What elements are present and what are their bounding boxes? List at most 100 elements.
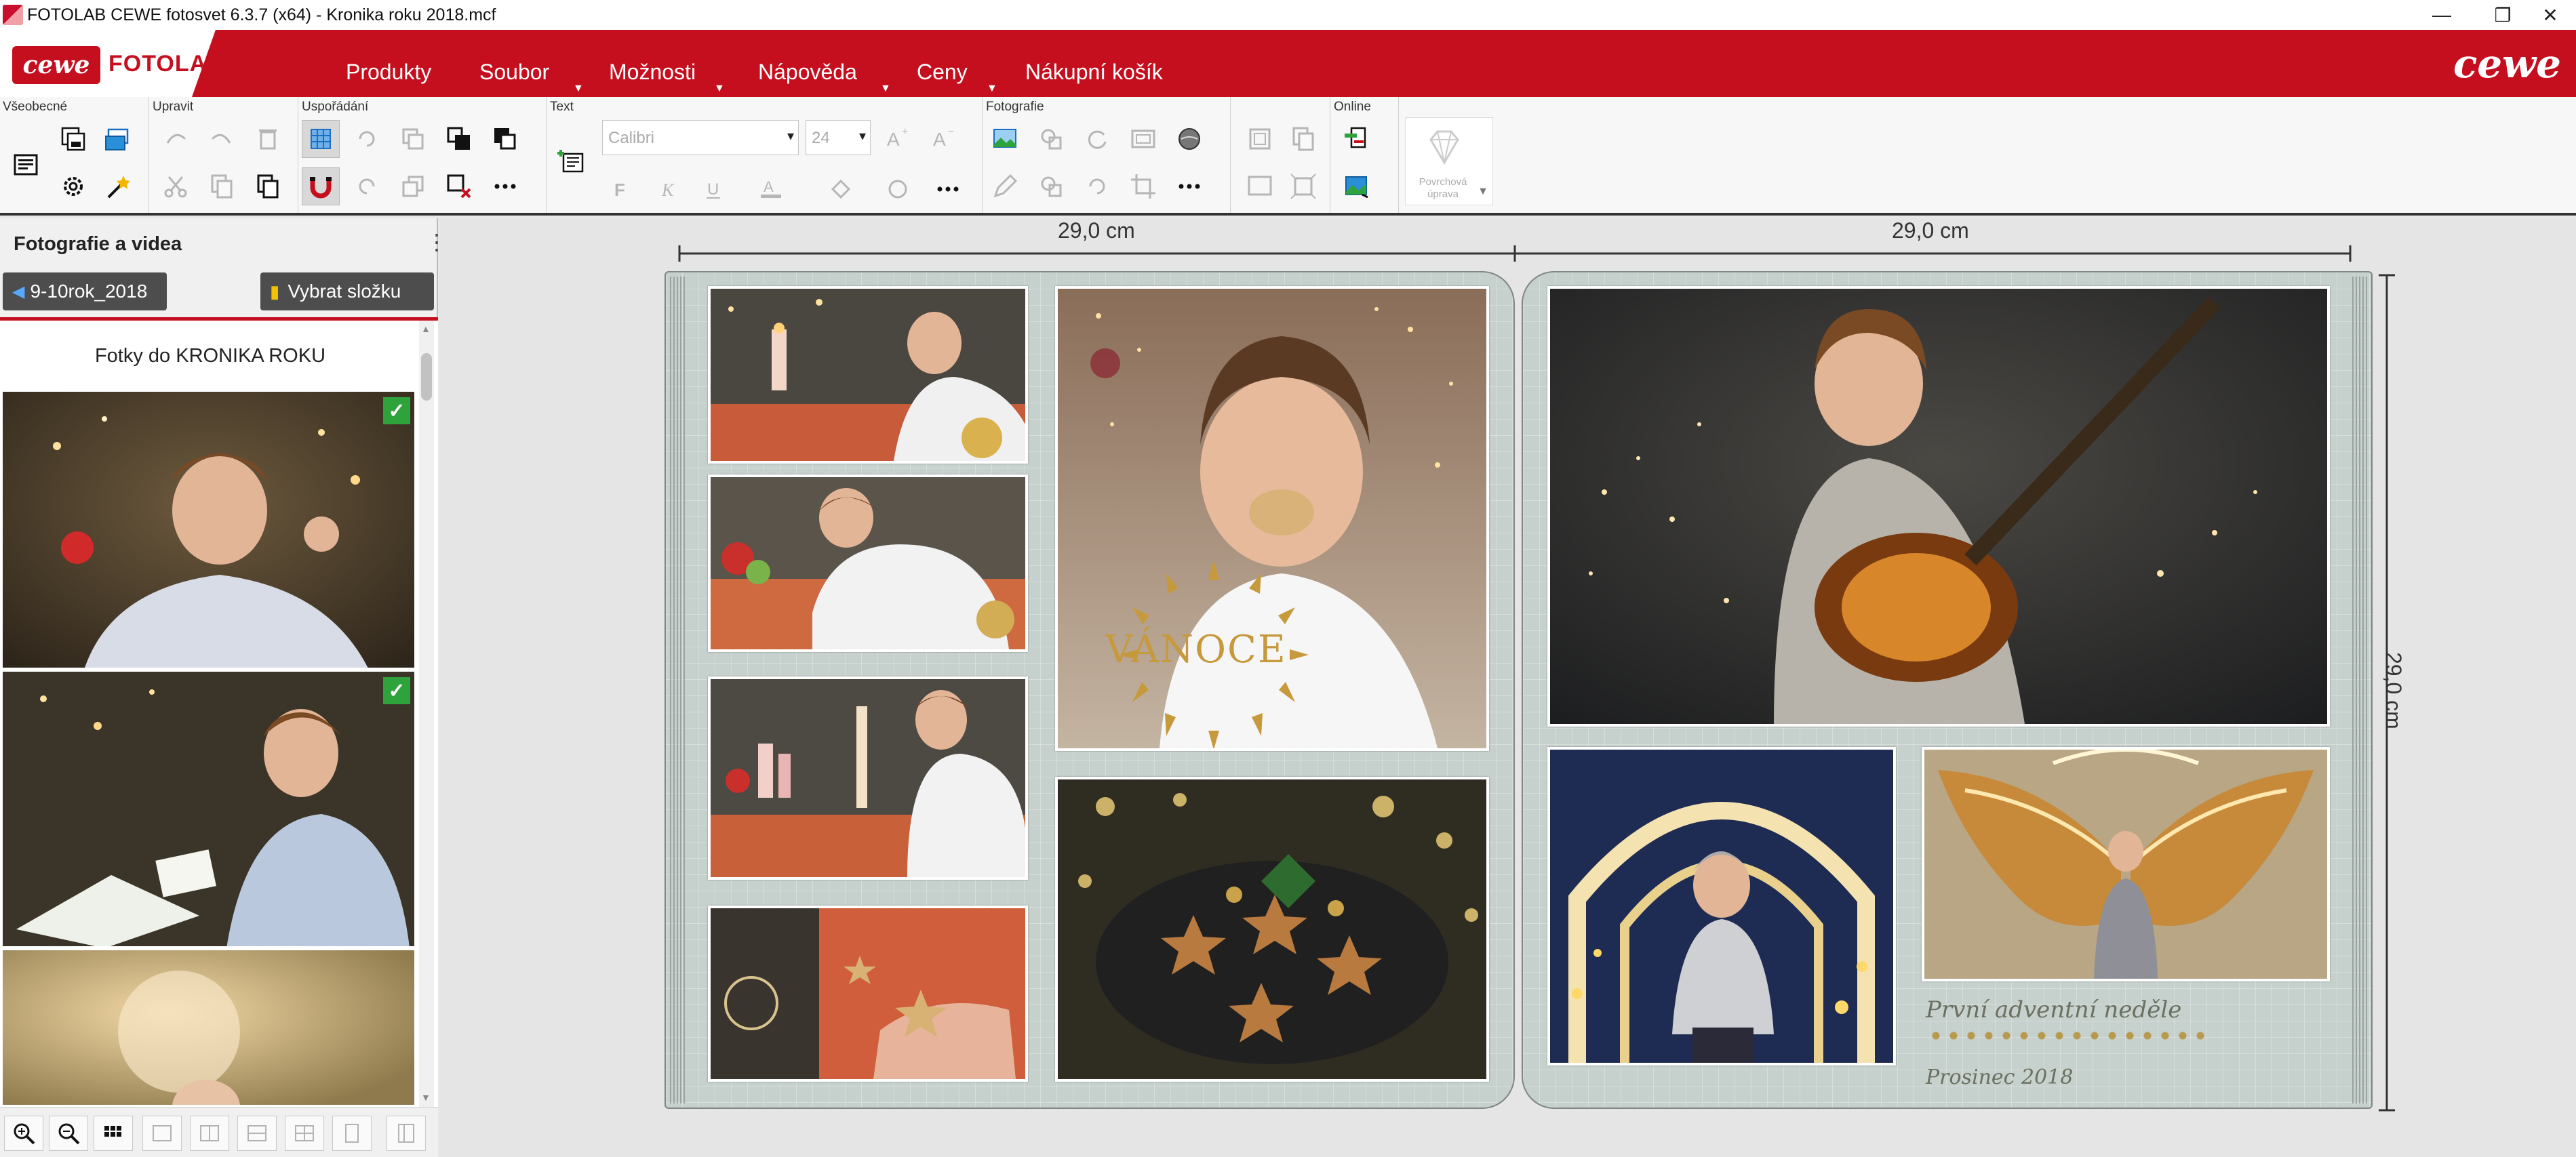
- send-to-back-button[interactable]: [486, 120, 524, 158]
- surface-finish-button[interactable]: Povrchová úprava ▼: [1405, 117, 1493, 205]
- layout-option-button[interactable]: [142, 1116, 182, 1151]
- layout-option-button[interactable]: [190, 1116, 229, 1151]
- zoom-in-button[interactable]: [4, 1116, 43, 1151]
- photo-frame-light-arches[interactable]: [1547, 747, 1896, 1065]
- title-bar: FOTOLAB CEWE fotosvet 6.3.7 (x64) - Kron…: [0, 0, 2576, 30]
- bring-to-front-button[interactable]: [440, 120, 478, 158]
- grid-toggle-button[interactable]: [302, 120, 340, 158]
- page-duplicate-button[interactable]: [1284, 120, 1322, 158]
- add-text-button[interactable]: [551, 140, 592, 181]
- save-button[interactable]: [54, 120, 92, 158]
- send-backward-button[interactable]: [394, 167, 432, 205]
- close-button[interactable]: ✕: [2513, 0, 2576, 30]
- menu-nakupni-kosik[interactable]: Nákupní košík: [1025, 60, 1163, 85]
- right-page[interactable]: První adventní neděle Prosinec 2018: [1522, 271, 2373, 1109]
- photo-frame-cookie-decorating[interactable]: [708, 286, 1028, 464]
- photo-frame-angel-wings[interactable]: [1922, 747, 2330, 981]
- scrollbar-thumb[interactable]: [421, 353, 432, 401]
- layout-option-button[interactable]: [237, 1116, 277, 1151]
- magic-wand-button[interactable]: [99, 167, 137, 205]
- photo-frame-gingerbread-plate[interactable]: [1055, 777, 1489, 1082]
- page-layout-button[interactable]: [1241, 120, 1279, 158]
- menu-napoveda[interactable]: Nápověda: [758, 60, 857, 85]
- copy-button[interactable]: [203, 167, 241, 205]
- add-photo-button[interactable]: [986, 120, 1024, 158]
- open-project-button[interactable]: [99, 120, 137, 158]
- view-mode-button[interactable]: [94, 1116, 133, 1151]
- italic-icon: K: [661, 180, 675, 200]
- photo-effect-button[interactable]: [1032, 120, 1070, 158]
- photo-mirror-button[interactable]: [1078, 167, 1116, 205]
- page-caption-date[interactable]: Prosinec 2018: [1926, 1065, 2073, 1089]
- layout-option-button[interactable]: [387, 1116, 426, 1151]
- italic-button[interactable]: K: [648, 170, 686, 208]
- photo-frame-boy-guitar[interactable]: [1547, 286, 2330, 727]
- girl-angel-wings-photo: [1924, 750, 2327, 979]
- photo-thumbnail[interactable]: [3, 950, 414, 1107]
- photo-mask-button[interactable]: [1170, 120, 1208, 158]
- photo-clipart-button[interactable]: [1032, 167, 1070, 205]
- delete-button[interactable]: [249, 120, 287, 158]
- choose-folder-button[interactable]: ▮ Vybrat složku: [260, 272, 434, 310]
- chevron-down-icon[interactable]: ▼: [880, 83, 891, 95]
- chevron-down-icon[interactable]: ▼: [573, 83, 584, 95]
- bold-button[interactable]: F: [602, 170, 640, 208]
- shrink-font-button[interactable]: A −: [925, 119, 963, 157]
- online-share-button[interactable]: [1338, 120, 1376, 158]
- more-photo-button[interactable]: [1170, 167, 1208, 205]
- undo-button[interactable]: [157, 120, 195, 158]
- font-family-select[interactable]: Calibri ▾: [602, 120, 799, 155]
- chevron-down-icon[interactable]: ▼: [714, 83, 725, 95]
- album-caption: Fotky do KRONIKA ROKU: [94, 345, 326, 367]
- gingerbread-plate-photo: [1058, 779, 1486, 1079]
- rotate-left-button[interactable]: [348, 120, 386, 158]
- photo-list-scrollbar[interactable]: ▲ ▼: [419, 321, 434, 1107]
- ribbon-toolbar: Všeobecné Upravit Uspořádání Text Calibr…: [0, 97, 2576, 216]
- svg-text:−: −: [948, 126, 954, 138]
- page-background-button[interactable]: [1241, 167, 1279, 205]
- grow-font-button[interactable]: A +: [879, 119, 917, 157]
- online-upload-button[interactable]: [1338, 167, 1376, 205]
- menu-soubor[interactable]: Soubor: [479, 60, 549, 85]
- scroll-down-icon[interactable]: ▼: [421, 1092, 431, 1103]
- settings-button[interactable]: [54, 167, 92, 205]
- text-effect-button[interactable]: [879, 170, 917, 208]
- cut-button[interactable]: [157, 167, 195, 205]
- text-color-select[interactable]: A: [740, 170, 803, 208]
- project-overview-button[interactable]: [5, 144, 46, 185]
- photo-crop-button[interactable]: [1124, 167, 1162, 205]
- photo-rotate-button[interactable]: [1078, 120, 1116, 158]
- remove-object-button[interactable]: [440, 167, 478, 205]
- photo-frame-boy-eating-cookie[interactable]: VÁNOCE: [1055, 286, 1489, 751]
- photo-edit-button[interactable]: [986, 167, 1024, 205]
- zoom-out-button[interactable]: [49, 1116, 88, 1151]
- redo-button[interactable]: [203, 120, 241, 158]
- bring-forward-button[interactable]: [394, 120, 432, 158]
- chevron-down-icon[interactable]: ▼: [987, 83, 997, 95]
- menu-moznosti[interactable]: Možnosti: [609, 60, 696, 85]
- photo-frame-rolling-dough[interactable]: [708, 474, 1028, 652]
- photo-thumbnail[interactable]: ✓: [3, 392, 414, 670]
- current-folder-button[interactable]: ◀ 9-10rok_2018: [3, 272, 167, 310]
- layout-option-button[interactable]: [285, 1116, 324, 1151]
- photo-frame-star-cookie[interactable]: [708, 906, 1028, 1082]
- left-page[interactable]: VÁNOCE: [665, 271, 1515, 1109]
- layout-option-button[interactable]: [332, 1116, 372, 1151]
- rotate-right-button[interactable]: [348, 167, 386, 205]
- more-arrange-button[interactable]: [486, 167, 524, 205]
- scroll-up-icon[interactable]: ▲: [421, 323, 431, 334]
- photo-frame-button[interactable]: [1124, 120, 1162, 158]
- layout-icon: [247, 1125, 266, 1141]
- font-size-select[interactable]: 24 ▾: [806, 120, 871, 155]
- menu-produkty[interactable]: Produkty: [346, 60, 431, 85]
- menu-ceny[interactable]: Ceny: [917, 60, 968, 85]
- page-fit-button[interactable]: [1284, 167, 1322, 205]
- magnet-toggle-button[interactable]: [302, 167, 340, 205]
- photo-thumbnail[interactable]: ✓: [3, 672, 414, 948]
- photo-frame-rolling-pin[interactable]: [708, 676, 1028, 880]
- page-caption-title[interactable]: První adventní neděle: [1926, 996, 2181, 1023]
- fill-color-select[interactable]: [810, 170, 872, 208]
- underline-button[interactable]: U: [694, 170, 732, 208]
- more-text-button[interactable]: [929, 170, 967, 208]
- paste-button[interactable]: [249, 167, 287, 205]
